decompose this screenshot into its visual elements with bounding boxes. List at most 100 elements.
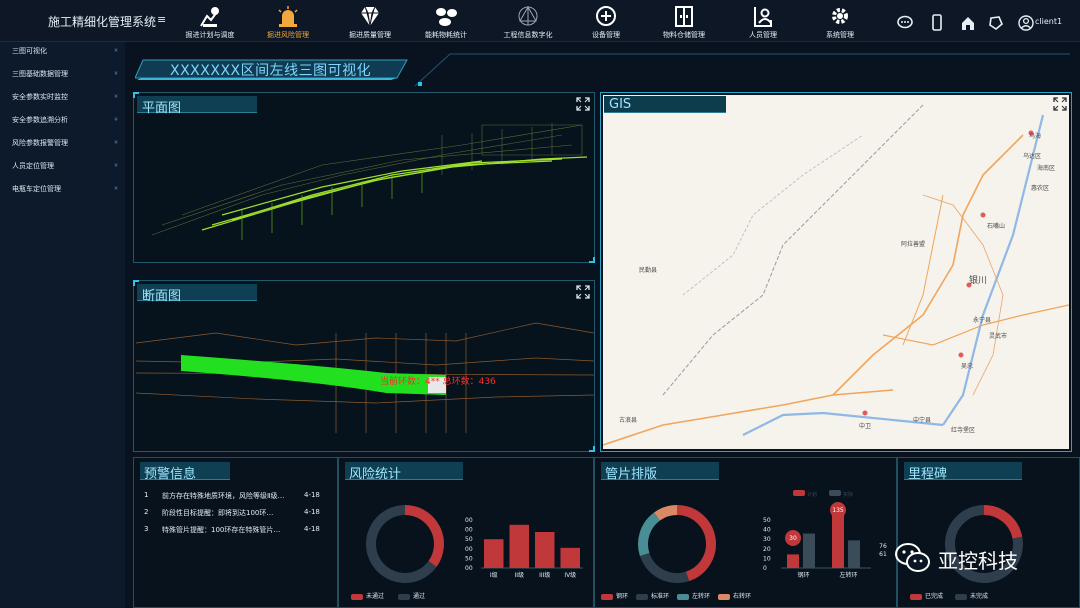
sidebar-item-label: 风险参数报警管理 [12, 139, 68, 147]
nav-item-2[interactable]: 掘进质量管理 [328, 4, 412, 40]
sidebar-item-5[interactable]: 人员定位管理 » [12, 161, 122, 171]
nav-item-7[interactable]: 人员管理 [721, 4, 805, 40]
worker-icon [200, 7, 219, 27]
legend-fail: 未通过 [366, 593, 385, 600]
legend-label: 标准环 [651, 593, 670, 600]
nav-item-4[interactable]: 工程信息数字化 [486, 4, 570, 40]
header-decor-lines [414, 53, 1070, 87]
nav-item-3[interactable]: 能耗物耗统计 [404, 4, 488, 40]
chat-icon[interactable] [896, 14, 914, 32]
y-tick-label: 00 [465, 517, 473, 524]
nav-item-label: 掘进风险管理 [267, 31, 309, 39]
y-tick-label: 40 [763, 527, 771, 534]
sidebar-item-0[interactable]: 三图可视化 » [12, 46, 122, 56]
map-place-label: 银川 [969, 276, 988, 286]
segment-legend: 钢环 标准环 左转环 右转环 [601, 591, 751, 600]
milestone-donut-slice-0 [983, 505, 1023, 539]
y-tick-label: 20 [763, 546, 771, 553]
nav-item-6[interactable]: 物料仓储管理 [642, 4, 726, 40]
section-view-title: 断面图 [142, 289, 182, 304]
risk-stats-panel: 风险统计 00 00 50 00 50 00 I级 II级 III级 IV级 未通过 通过 [338, 457, 594, 608]
device-icon [596, 6, 616, 26]
warning-text: 前方存在特殊地质环境，风险等级Ⅱ级… [162, 492, 285, 500]
map-place-label: 乌海 [1029, 133, 1042, 140]
nav-item-5[interactable]: 设备管理 [564, 4, 648, 40]
risk-donut-chart [366, 505, 444, 583]
expand-icon[interactable] [576, 97, 590, 111]
bar-legend-swatch [793, 490, 805, 496]
y-tick-label: 00 [465, 527, 473, 534]
page-title: XXXXXXX区间左线三图可视化 [170, 63, 372, 79]
mobile-icon[interactable] [930, 14, 944, 32]
nav-item-label: 掘进计划与调度 [185, 31, 235, 39]
segment-donut-slice-3 [654, 505, 678, 521]
value-label: 30 [789, 535, 797, 542]
legend-label: 钢环 [616, 593, 629, 600]
segment-bar [787, 554, 799, 568]
value-label: 76 [879, 543, 887, 550]
legend-todo: 未完成 [969, 593, 988, 600]
chevron-down-icon: » [111, 139, 120, 145]
nav-item-1[interactable]: 掘进风险管理 [246, 4, 330, 40]
legend-swatch [677, 593, 690, 600]
chevron-down-icon: » [111, 116, 120, 122]
map-place-label: 阿拉善盟 [901, 241, 926, 248]
segment-bar-chart: 计划 实际 50 40 30 20 10 0 钢环 左转环 30 135 7661 [763, 490, 887, 579]
legend-swatch [397, 593, 410, 600]
warning-num: 3 [144, 525, 149, 533]
nav-item-0[interactable]: 掘进计划与调度 [168, 4, 252, 40]
milestone-header: 里程碑 [904, 462, 1022, 482]
menu-toggle-button[interactable]: ≡ [157, 13, 166, 26]
nav-item-8[interactable]: 系统管理 [798, 4, 882, 40]
home-icon[interactable] [960, 14, 976, 32]
map-place-label: 海南区 [1037, 165, 1056, 172]
network-icon [518, 5, 538, 26]
gis-map[interactable] [603, 95, 1069, 449]
bar-legend-swatch [829, 490, 841, 496]
milestone-legend: 已完成 未完成 [910, 591, 988, 600]
corner-decor [589, 257, 595, 263]
sidebar-item-6[interactable]: 电瓶车定位管理 » [12, 184, 122, 194]
y-tick-label: 10 [763, 555, 771, 562]
section-view-drawing [136, 322, 594, 433]
legend-label: 左转环 [692, 593, 711, 600]
risk-bar [535, 532, 555, 568]
y-tick-label: 00 [465, 546, 473, 553]
warning-header: 预警信息 [140, 462, 230, 482]
toolbar: client1 [896, 14, 1076, 32]
segment-bar [803, 533, 815, 568]
y-tick-label: 50 [763, 517, 771, 524]
legend-swatch [718, 593, 731, 600]
plan-view-title: 平面图 [142, 101, 182, 116]
section-view-header: 断面图 [137, 284, 257, 304]
expand-icon[interactable] [1053, 97, 1067, 111]
y-tick-label: 30 [763, 536, 771, 543]
risk-bar-chart: 00 00 50 00 50 00 I级 II级 III级 IV级 [465, 517, 583, 579]
sidebar-item-3[interactable]: 安全参数追溯分析 » [12, 115, 122, 125]
expand-icon[interactable] [576, 285, 590, 299]
map-place-label: 中卫 [859, 423, 872, 430]
brand-watermark: 亚控科技 [938, 549, 1018, 573]
risk-bar [560, 547, 580, 568]
section-view-panel: 断面图 当前环数：4** 总环数：436 [133, 280, 595, 452]
leaf-icon[interactable] [988, 14, 1004, 32]
segment-donut-slice-2 [638, 512, 661, 557]
sidebar-item-2[interactable]: 安全参数实时监控 » [12, 92, 122, 102]
value-label: 61 [879, 551, 887, 558]
risk-bar [484, 539, 504, 568]
user-name[interactable]: client1 [1035, 17, 1062, 26]
y-tick-label: 00 [465, 565, 473, 572]
sidebar-item-4[interactable]: 风险参数报警管理 » [12, 138, 122, 148]
person-card-icon [754, 7, 772, 27]
nav-item-label: 能耗物耗统计 [425, 31, 467, 39]
map-place-label: 民勤县 [639, 267, 658, 274]
nav-item-label: 人员管理 [749, 31, 777, 39]
sidebar-item-1[interactable]: 三图基础数据管理 » [12, 69, 122, 79]
warning-panel: 预警信息 1 前方存在特殊地质环境，风险等级Ⅱ级… 4-18 2 阶段性目标提醒：即将到… [133, 457, 338, 608]
corner-decor [133, 92, 139, 98]
warning-date: 4-18 [304, 525, 320, 533]
map-place-label: 红寺堡区 [951, 427, 976, 434]
nav-item-label: 设备管理 [592, 31, 620, 39]
user-avatar-icon[interactable] [1018, 14, 1034, 32]
sidebar-item-label: 安全参数实时监控 [12, 93, 68, 101]
